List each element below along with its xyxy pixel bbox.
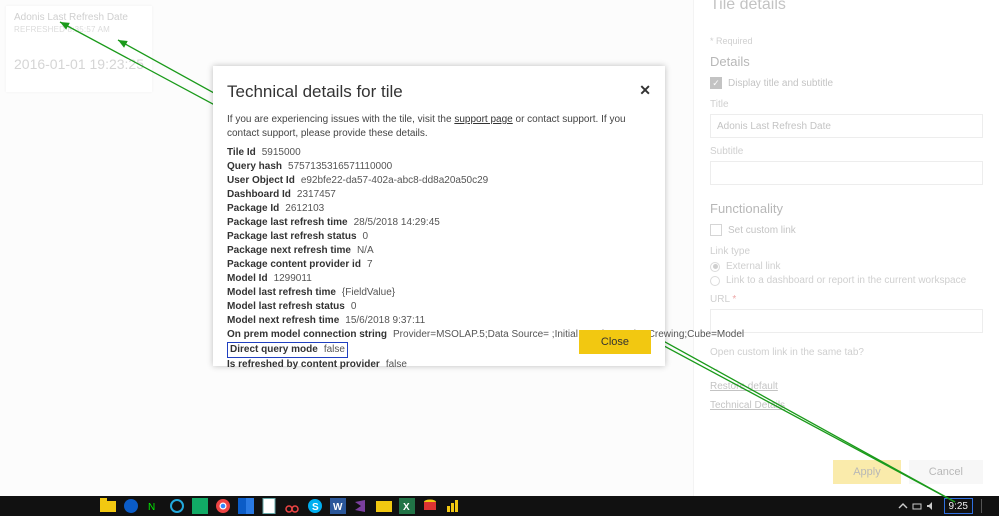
svg-text:N: N	[148, 502, 155, 513]
modal-title: Technical details for tile	[227, 82, 651, 102]
radio-link-dashboard[interactable]: Link to a dashboard or report in the cur…	[710, 275, 983, 286]
wsa-icon[interactable]	[192, 498, 208, 514]
close-button[interactable]: Close	[579, 330, 651, 354]
taskbar-clock[interactable]: 9:25	[944, 498, 973, 514]
row-model-next-refresh-time: Model next refresh time15/6/2018 9:37:11	[227, 314, 651, 328]
technical-details-link[interactable]: Technical Details	[710, 400, 983, 411]
system-tray[interactable]	[898, 501, 936, 511]
url-label: URL *	[710, 294, 983, 305]
ngen-icon[interactable]: N	[146, 498, 162, 514]
word-icon[interactable]: W	[330, 498, 346, 514]
row-direct-query-mode: Direct query modefalse	[227, 342, 348, 358]
open-same-tab-label: Open custom link in the same tab?	[710, 347, 983, 358]
pbi-icon[interactable]	[445, 498, 461, 514]
skype-icon[interactable]: S	[307, 498, 323, 514]
external-link-label: External link	[726, 261, 780, 272]
row-pkg-last-refresh-time: Package last refresh time28/5/2018 14:29…	[227, 216, 651, 230]
outlook-icon[interactable]	[238, 498, 254, 514]
section-details: Details	[710, 54, 983, 69]
row-dashboard-id: Dashboard Id2317457	[227, 188, 651, 202]
notepad-icon[interactable]	[261, 498, 277, 514]
row-is-refreshed-by-provider: Is refreshed by content providerfalse	[227, 358, 651, 372]
row-user-object-id: User Object Ide92bfe22-da57-402a-abc8-dd…	[227, 174, 651, 188]
show-desktop-button[interactable]	[981, 499, 993, 513]
snip-icon[interactable]	[284, 498, 300, 514]
row-model-last-refresh-status: Model last refresh status0	[227, 300, 651, 314]
intro-text-pre: If you are experiencing issues with the …	[227, 114, 454, 125]
svg-text:S: S	[312, 502, 319, 513]
cancel-button[interactable]: Cancel	[909, 460, 983, 484]
vs-icon[interactable]	[353, 498, 369, 514]
checkbox-empty-icon	[710, 224, 722, 236]
apply-button[interactable]: Apply	[833, 460, 901, 484]
row-pkg-last-refresh-status: Package last refresh status0	[227, 230, 651, 244]
link-dashboard-label: Link to a dashboard or report in the cur…	[726, 275, 966, 286]
check-icon: ✓	[710, 77, 722, 89]
set-custom-link-label: Set custom link	[728, 225, 796, 236]
svg-text:X: X	[403, 502, 410, 513]
row-pkg-content-provider-id: Package content provider id7	[227, 258, 651, 272]
title-label: Title	[710, 99, 983, 110]
required-note: * Required	[710, 36, 983, 46]
row-model-id: Model Id1299011	[227, 272, 651, 286]
row-pkg-next-refresh-time: Package next refresh timeN/A	[227, 244, 651, 258]
windows-taskbar[interactable]: N S W X 9:25	[0, 496, 999, 516]
chrome-icon[interactable]	[215, 498, 231, 514]
subtitle-input[interactable]	[710, 161, 983, 185]
explorer2-icon[interactable]	[376, 498, 392, 514]
row-package-id: Package Id2612103	[227, 202, 651, 216]
dashboard-tile[interactable]: Adonis Last Refresh Date REFRESHED 8:35:…	[6, 6, 152, 92]
explorer-icon[interactable]	[100, 498, 116, 514]
restore-default-link[interactable]: Restore default	[710, 381, 983, 392]
row-query-hash: Query hash5757135316571110000	[227, 160, 651, 174]
radio-icon	[710, 276, 720, 286]
sql-icon[interactable]	[422, 498, 438, 514]
svg-text:W: W	[333, 502, 343, 513]
cortana-icon[interactable]	[169, 498, 185, 514]
tile-value: 2016-01-01 19:23:25	[14, 56, 144, 72]
tile-refreshed: REFRESHED 8:35:57 AM	[14, 25, 144, 34]
display-title-label: Display title and subtitle	[728, 78, 833, 89]
display-title-checkbox[interactable]: ✓ Display title and subtitle	[710, 77, 983, 89]
tray-volume-icon[interactable]	[926, 501, 936, 511]
technical-details-modal: Technical details for tile ✕ If you are …	[213, 66, 665, 366]
tile-title: Adonis Last Refresh Date	[14, 12, 144, 23]
panel-title: Tile details	[710, 0, 983, 14]
modal-intro: If you are experiencing issues with the …	[227, 113, 651, 140]
tile-details-panel: Tile details * Required Details ✓ Displa…	[693, 0, 999, 496]
support-page-link[interactable]: support page	[454, 114, 512, 125]
set-custom-link-checkbox[interactable]: Set custom link	[710, 224, 983, 236]
subtitle-label: Subtitle	[710, 146, 983, 157]
section-functionality: Functionality	[710, 201, 983, 216]
tray-network-icon[interactable]	[912, 501, 922, 511]
url-input[interactable]	[710, 309, 983, 333]
radio-selected-icon	[710, 262, 720, 272]
excel-icon[interactable]: X	[399, 498, 415, 514]
open-same-tab-value: ...	[710, 362, 983, 373]
taskbar-pinned-apps: N S W X	[100, 498, 461, 514]
row-model-last-refresh-time: Model last refresh time{FieldValue}	[227, 286, 651, 300]
row-tile-id: Tile Id5915000	[227, 146, 651, 160]
edge-icon[interactable]	[123, 498, 139, 514]
tray-up-icon[interactable]	[898, 501, 908, 511]
radio-external-link[interactable]: External link	[710, 261, 983, 272]
link-type-label: Link type	[710, 246, 983, 257]
title-input[interactable]	[710, 114, 983, 138]
close-icon[interactable]: ✕	[639, 82, 651, 99]
